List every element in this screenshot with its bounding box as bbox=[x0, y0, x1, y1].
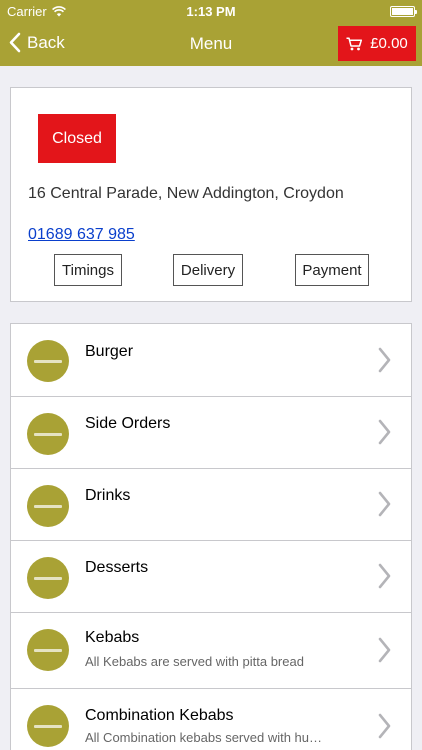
restaurant-logo bbox=[27, 629, 69, 671]
category-row-combination-kebabs[interactable]: Combination Kebabs All Combination kebab… bbox=[11, 689, 411, 750]
chevron-right-icon bbox=[378, 419, 391, 445]
cart-button[interactable]: £0.00 bbox=[338, 26, 416, 61]
category-row-burger[interactable]: Burger bbox=[11, 324, 411, 397]
restaurant-address: 16 Central Parade, New Addington, Croydo… bbox=[28, 185, 344, 202]
restaurant-logo bbox=[27, 485, 69, 527]
chevron-right-icon bbox=[378, 637, 391, 663]
restaurant-logo bbox=[27, 557, 69, 599]
payment-button[interactable]: Payment bbox=[295, 254, 369, 286]
status-bar: Carrier 1:13 PM bbox=[0, 0, 422, 22]
category-name: Kebabs bbox=[85, 629, 140, 646]
category-list: Burger Side Orders Drinks Desserts Kebab… bbox=[10, 323, 412, 750]
category-row-desserts[interactable]: Desserts bbox=[11, 541, 411, 613]
phone-link[interactable]: 01689 637 985 bbox=[28, 226, 135, 244]
chevron-right-icon bbox=[378, 713, 391, 739]
shopping-cart-icon bbox=[346, 36, 363, 50]
chevron-right-icon bbox=[378, 491, 391, 517]
restaurant-logo bbox=[27, 705, 69, 747]
category-name: Drinks bbox=[85, 487, 131, 504]
restaurant-logo bbox=[27, 340, 69, 382]
status-badge: Closed bbox=[38, 114, 116, 163]
delivery-button[interactable]: Delivery bbox=[173, 254, 243, 286]
category-name: Burger bbox=[85, 343, 134, 360]
battery-icon bbox=[390, 6, 417, 17]
navigation-bar: Back Menu £0.00 bbox=[0, 22, 422, 66]
category-name: Combination Kebabs bbox=[85, 707, 234, 724]
cart-total: £0.00 bbox=[370, 35, 408, 52]
category-description: All Combination kebabs served with hu… bbox=[85, 730, 323, 745]
category-row-drinks[interactable]: Drinks bbox=[11, 469, 411, 541]
restaurant-logo bbox=[27, 413, 69, 455]
category-name: Desserts bbox=[85, 559, 149, 576]
category-description: All Kebabs are served with pitta bread bbox=[85, 654, 304, 669]
chevron-right-icon bbox=[378, 563, 391, 589]
restaurant-info-card: Closed 16 Central Parade, New Addington,… bbox=[10, 87, 412, 302]
category-row-kebabs[interactable]: Kebabs All Kebabs are served with pitta … bbox=[11, 613, 411, 689]
category-name: Side Orders bbox=[85, 415, 171, 432]
status-time: 1:13 PM bbox=[186, 4, 236, 19]
chevron-right-icon bbox=[378, 347, 391, 373]
category-row-side-orders[interactable]: Side Orders bbox=[11, 397, 411, 469]
timings-button[interactable]: Timings bbox=[54, 254, 122, 286]
